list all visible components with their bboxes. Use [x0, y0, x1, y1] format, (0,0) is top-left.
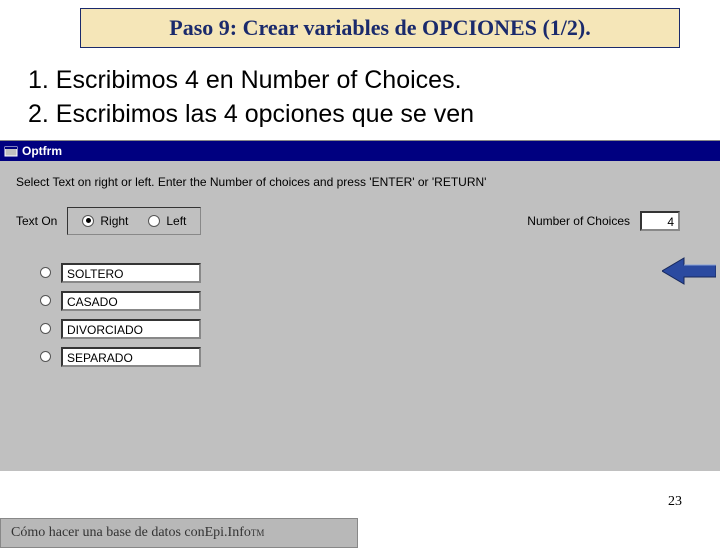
choice-radio-2[interactable] — [40, 295, 51, 306]
step-2: 2. Escribimos las 4 opciones que se ven — [28, 98, 692, 132]
footer-tm: TM — [251, 528, 265, 538]
choice-input-2[interactable]: CASADO — [61, 291, 201, 311]
choice-radio-1[interactable] — [40, 267, 51, 278]
step-1: 1. Escribimos 4 en Number of Choices. — [28, 64, 692, 98]
choice-row-1: SOLTERO — [40, 263, 710, 283]
choice-input-3[interactable]: DIVORCIADO — [61, 319, 201, 339]
radio-right[interactable]: Right — [82, 214, 128, 228]
radio-left[interactable]: Left — [148, 214, 186, 228]
text-position-radio-group: Right Left — [67, 207, 201, 235]
slide-instructions: 1. Escribimos 4 en Number of Choices. 2.… — [0, 60, 720, 140]
radio-left-dot — [148, 215, 160, 227]
panel-instruction: Select Text on right or left. Enter the … — [16, 175, 710, 189]
radio-left-label: Left — [166, 214, 186, 228]
num-choices-label: Number of Choices — [527, 214, 630, 228]
num-choices-input[interactable]: 4 — [640, 211, 680, 231]
window-title: Optfrm — [22, 144, 62, 158]
top-row: Text On Right Left Number of Choices 4 — [10, 207, 710, 235]
num-choices-group: Number of Choices 4 — [527, 211, 680, 231]
choice-input-4[interactable]: SEPARADO — [61, 347, 201, 367]
choice-row-3: DIVORCIADO — [40, 319, 710, 339]
slide-title: Paso 9: Crear variables de OPCIONES (1/2… — [169, 15, 590, 40]
choice-row-2: CASADO — [40, 291, 710, 311]
window-panel: Select Text on right or left. Enter the … — [0, 161, 720, 471]
choice-input-1[interactable]: SOLTERO — [61, 263, 201, 283]
footer-text-prefix: Cómo hacer una base de datos con — [11, 525, 205, 541]
optfrm-window: Optfrm Select Text on right or left. Ent… — [0, 140, 720, 471]
page-number: 23 — [668, 494, 682, 510]
footer-app-name: Epi.Info — [205, 525, 251, 541]
choice-row-4: SEPARADO — [40, 347, 710, 367]
pointer-arrow-icon — [662, 256, 716, 291]
footer-bar: Cómo hacer una base de datos con Epi.Inf… — [0, 518, 358, 548]
window-titlebar: Optfrm — [0, 141, 720, 161]
radio-right-label: Right — [100, 214, 128, 228]
text-on-label: Text On — [16, 214, 57, 228]
choice-radio-4[interactable] — [40, 351, 51, 362]
app-icon — [4, 144, 18, 158]
radio-right-dot — [82, 215, 94, 227]
slide-title-box: Paso 9: Crear variables de OPCIONES (1/2… — [80, 8, 680, 48]
choice-radio-3[interactable] — [40, 323, 51, 334]
